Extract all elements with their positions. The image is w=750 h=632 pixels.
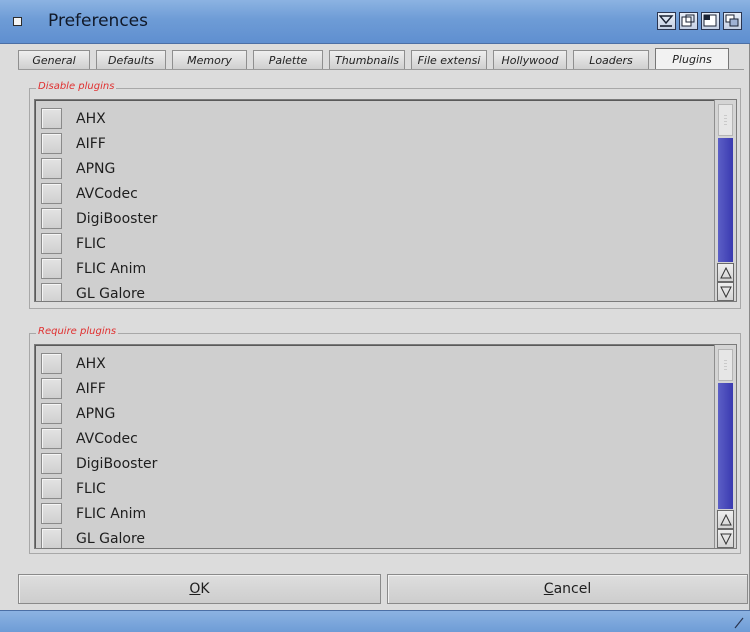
- tab-loaders[interactable]: Loaders: [573, 50, 649, 69]
- checkbox[interactable]: [41, 478, 62, 499]
- disable-plugins-list[interactable]: AHX AIFF APNG AVCodec DigiBooster FLIC F…: [34, 99, 737, 302]
- plugin-label: GL Galore: [76, 285, 146, 302]
- require-plugins-group: Require plugins AHX AIFF APNG AVCodec Di…: [29, 326, 741, 554]
- disable-plugins-group: Disable plugins AHX AIFF APNG AVCodec Di…: [29, 81, 741, 309]
- arrow-up-icon: [719, 266, 732, 278]
- checkbox[interactable]: [41, 258, 62, 279]
- scrollbar[interactable]: [714, 100, 736, 301]
- cancel-label: ancel: [553, 581, 592, 597]
- list-item[interactable]: FLIC Anim: [35, 256, 715, 281]
- list-item[interactable]: AIFF: [35, 131, 715, 156]
- checkbox[interactable]: [41, 158, 62, 179]
- plugin-label: AVCodec: [76, 185, 138, 202]
- checkbox[interactable]: [41, 378, 62, 399]
- scroll-track-fill: [718, 383, 733, 509]
- preferences-window: Preferences General Defaults Memory Pale…: [0, 0, 750, 632]
- ok-label: K: [200, 581, 210, 597]
- tab-file-extensions[interactable]: File extensi: [411, 50, 487, 69]
- plugin-label: FLIC: [76, 235, 106, 252]
- list-item[interactable]: APNG: [35, 156, 715, 181]
- checkbox[interactable]: [41, 208, 62, 229]
- checkbox[interactable]: [41, 233, 62, 254]
- plugin-label: AVCodec: [76, 430, 138, 447]
- list-item[interactable]: AIFF: [35, 376, 715, 401]
- resize-grip-icon[interactable]: [734, 617, 744, 629]
- scrollbar[interactable]: [714, 345, 736, 548]
- disable-plugins-label: Disable plugins: [36, 81, 117, 92]
- arrow-up-icon: [719, 513, 732, 525]
- list-item[interactable]: GL Galore: [35, 281, 715, 302]
- checkbox[interactable]: [41, 133, 62, 154]
- tab-thumbnails[interactable]: Thumbnails: [329, 50, 405, 69]
- arrow-down-icon: [719, 533, 732, 545]
- ok-button[interactable]: OK: [18, 574, 381, 604]
- plugin-label: APNG: [76, 405, 116, 422]
- checkbox[interactable]: [41, 528, 62, 548]
- list-item[interactable]: GL Galore: [35, 526, 715, 548]
- scroll-track-fill: [718, 138, 733, 262]
- list-item[interactable]: DigiBooster: [35, 206, 715, 231]
- tab-bar: General Defaults Memory Palette Thumbnai…: [18, 48, 744, 69]
- scroll-thumb[interactable]: [718, 104, 733, 136]
- plugin-label: AIFF: [76, 380, 106, 397]
- window-title: Preferences: [48, 11, 148, 31]
- list-item[interactable]: FLIC: [35, 231, 715, 256]
- list-item[interactable]: AHX: [35, 351, 715, 376]
- tab-plugins[interactable]: Plugins: [655, 48, 729, 69]
- iconify-icon[interactable]: [657, 12, 676, 30]
- list-item[interactable]: AVCodec: [35, 181, 715, 206]
- cancel-button[interactable]: Cancel: [387, 574, 748, 604]
- scroll-up-button[interactable]: [717, 510, 734, 529]
- close-icon[interactable]: [13, 17, 22, 26]
- ok-mnemonic: O: [189, 581, 201, 597]
- plugin-label: GL Galore: [76, 530, 146, 547]
- scroll-down-button[interactable]: [717, 529, 734, 548]
- list-item[interactable]: FLIC: [35, 476, 715, 501]
- cancel-mnemonic: C: [543, 581, 554, 597]
- list-item[interactable]: AVCodec: [35, 426, 715, 451]
- list-item[interactable]: DigiBooster: [35, 451, 715, 476]
- plugin-label: APNG: [76, 160, 116, 177]
- depth-icon[interactable]: [723, 12, 742, 30]
- tab-general[interactable]: General: [18, 50, 90, 69]
- plugin-label: DigiBooster: [76, 455, 158, 472]
- plugin-label: AHX: [76, 355, 106, 372]
- tab-defaults[interactable]: Defaults: [96, 50, 166, 69]
- tab-divider: [18, 69, 744, 70]
- require-plugins-label: Require plugins: [36, 326, 119, 337]
- checkbox[interactable]: [41, 403, 62, 424]
- tab-palette[interactable]: Palette: [253, 50, 323, 69]
- plugin-label: FLIC Anim: [76, 505, 147, 522]
- list-item[interactable]: FLIC Anim: [35, 501, 715, 526]
- scroll-down-button[interactable]: [717, 282, 734, 301]
- plugin-label: FLIC Anim: [76, 260, 147, 277]
- plugin-label: FLIC: [76, 480, 106, 497]
- scroll-thumb[interactable]: [718, 349, 733, 381]
- list-item[interactable]: AHX: [35, 106, 715, 131]
- list-item[interactable]: APNG: [35, 401, 715, 426]
- plugin-label: AIFF: [76, 135, 106, 152]
- checkbox[interactable]: [41, 503, 62, 524]
- title-bar[interactable]: Preferences: [0, 0, 750, 44]
- tab-hollywood[interactable]: Hollywood: [493, 50, 567, 69]
- plugin-label: DigiBooster: [76, 210, 158, 227]
- window-bottom-border: [0, 610, 750, 632]
- checkbox[interactable]: [41, 283, 62, 301]
- arrow-down-icon: [719, 286, 732, 298]
- checkbox[interactable]: [41, 108, 62, 129]
- scroll-up-button[interactable]: [717, 263, 734, 282]
- window-gadgets: [657, 12, 742, 30]
- checkbox[interactable]: [41, 353, 62, 374]
- require-plugins-list[interactable]: AHX AIFF APNG AVCodec DigiBooster FLIC F…: [34, 344, 737, 549]
- checkbox[interactable]: [41, 453, 62, 474]
- maximize-icon[interactable]: [701, 12, 720, 30]
- checkbox[interactable]: [41, 428, 62, 449]
- tab-memory[interactable]: Memory: [172, 50, 247, 69]
- checkbox[interactable]: [41, 183, 62, 204]
- plugin-label: AHX: [76, 110, 106, 127]
- zoom-icon[interactable]: [679, 12, 698, 30]
